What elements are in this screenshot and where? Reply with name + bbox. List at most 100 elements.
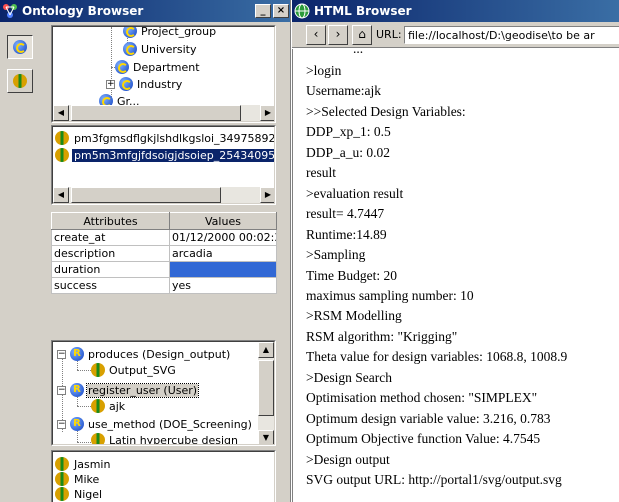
class-icon [119, 77, 133, 91]
scroll-right-button[interactable]: ▶ [260, 187, 274, 203]
relation-icon: R [70, 347, 84, 361]
tree-node-label: Department [133, 60, 200, 74]
content-line: >Design Search [306, 369, 392, 385]
relations-vscrollbar[interactable]: ▲ ▼ [258, 342, 274, 444]
scroll-track[interactable] [69, 105, 260, 121]
forward-button[interactable]: › [328, 25, 348, 45]
instance-icon [55, 472, 69, 486]
back-button[interactable]: ‹ [306, 25, 326, 45]
user-label: Nigel [74, 487, 103, 501]
class-tree-hscrollbar[interactable]: ◀ ▶ [53, 105, 274, 121]
tree-node-label: Project_group [141, 26, 217, 38]
content-fragment: ... [353, 49, 363, 57]
relation-child-ajk[interactable]: ajk [91, 398, 126, 414]
collapse-icon[interactable]: − [57, 419, 66, 429]
attribute-value[interactable]: arcadia [169, 245, 277, 262]
ontology-browser-window: Ontology Browser _ × Project_group Unive… [0, 0, 291, 502]
relation-child-output-svg[interactable]: Output_SVG [91, 362, 177, 378]
list-item[interactable]: Nigel [55, 486, 104, 502]
table-row[interactable]: create_at 01/12/2000 00:02:30 [51, 229, 277, 246]
relation-node-register-user[interactable]: − R register_user (User) [57, 382, 200, 398]
list-item[interactable]: pm3fgmsdflgkjlshdlkgsloi_3497589235709 [55, 130, 274, 146]
show-classes-button[interactable] [7, 35, 33, 59]
content-line: maximus sampling number: 10 [306, 287, 474, 303]
expand-icon[interactable]: + [106, 79, 115, 89]
table-row[interactable]: description arcadia [51, 245, 277, 262]
relation-child-latin-hypercube[interactable]: Latin hypercube design [91, 432, 239, 444]
attribute-value[interactable]: yes [169, 277, 277, 294]
tree-node-department[interactable]: Department [115, 59, 201, 75]
close-button[interactable]: × [273, 4, 289, 18]
content-line: Runtime:14.89 [306, 226, 387, 242]
ontology-browser-titlebar[interactable]: Ontology Browser _ × [0, 0, 290, 22]
instance-icon [55, 457, 69, 471]
instance-icon [55, 148, 69, 162]
html-browser-window: HTML Browser ‹ › ⌂ URL: ... >login Userna… [292, 0, 619, 502]
instances-hscrollbar[interactable]: ◀ ▶ [53, 187, 274, 203]
users-list: Jasmin Mike Nigel [52, 451, 275, 502]
content-line: Optimisation method chosen: "SIMPLEX" [306, 390, 538, 406]
scroll-left-button[interactable]: ◀ [53, 187, 69, 203]
table-row-selected[interactable]: duration [51, 261, 277, 278]
instances-list-panel[interactable]: pm3fgmsdflgkjlshdlkgsloi_3497589235709 p… [51, 125, 276, 205]
class-icon [123, 27, 137, 38]
instance-icon [55, 131, 69, 145]
scroll-thumb[interactable] [71, 187, 221, 203]
scroll-track[interactable] [69, 187, 260, 203]
collapse-icon[interactable]: − [57, 349, 66, 359]
attribute-value[interactable]: 01/12/2000 00:02:30 [169, 229, 277, 246]
scroll-left-button[interactable]: ◀ [53, 105, 69, 121]
list-item[interactable]: Mike [55, 471, 101, 487]
browser-toolbar: ‹ › ⌂ URL: [292, 22, 619, 48]
home-button[interactable]: ⌂ [352, 25, 372, 45]
attribute-value[interactable] [169, 261, 277, 278]
scroll-thumb[interactable] [71, 105, 241, 121]
content-line: Theta value for design variables: 1068.8… [306, 349, 568, 365]
html-browser-titlebar[interactable]: HTML Browser [292, 0, 619, 22]
content-line: SVG output URL: http://portal1/svg/outpu… [306, 472, 562, 487]
ontology-app-icon [2, 3, 18, 19]
attribute-name: description [51, 245, 170, 262]
class-icon [115, 60, 129, 74]
list-item-selected[interactable]: pm5m3mfgjfdsoigjdsoiep_254340958029 [55, 147, 274, 163]
users-list-panel[interactable]: Jasmin Mike Nigel [51, 450, 276, 502]
minimize-button[interactable]: _ [255, 4, 271, 18]
values-column-header[interactable]: Values [169, 212, 277, 230]
scroll-thumb[interactable] [258, 360, 274, 416]
tree-node-project-group[interactable]: Project_group [123, 26, 217, 39]
relation-label: use_method (DOE_Screening) [88, 417, 252, 431]
table-row[interactable]: success yes [51, 277, 277, 294]
relation-label: produces (Design_output) [88, 347, 231, 361]
class-tree-panel[interactable]: Project_group University Department + In… [51, 25, 276, 123]
content-line: RSM algorithm: "Krigging" [306, 328, 458, 344]
attribute-name: success [51, 277, 170, 294]
url-input[interactable] [404, 26, 619, 44]
relation-node-use-method[interactable]: − R use_method (DOE_Screening) [57, 416, 253, 432]
instance-label: pm5m3mfgjfdsoigjdsoiep_254340958029 [72, 148, 274, 162]
content-line: >login [306, 63, 342, 78]
relation-icon: R [70, 417, 84, 431]
relations-tree-view: − R produces (Design_output) Output_SVG … [52, 341, 275, 445]
class-tree-view: Project_group University Department + In… [52, 26, 275, 122]
user-label: Jasmin [74, 457, 111, 471]
relation-icon: R [70, 383, 84, 397]
tree-node-industry[interactable]: + Industry [106, 76, 183, 92]
content-line: >>Selected Design Variables: [306, 103, 466, 119]
scroll-track[interactable] [258, 358, 274, 430]
relations-tree-panel[interactable]: − R produces (Design_output) Output_SVG … [51, 340, 276, 446]
instances-list: pm3fgmsdflgkjlshdlkgsloi_3497589235709 p… [52, 126, 275, 204]
content-line: result [306, 165, 336, 181]
scroll-down-button[interactable]: ▼ [258, 430, 274, 444]
list-item[interactable]: Jasmin [55, 456, 112, 472]
relation-node-produces[interactable]: − R produces (Design_output) [57, 346, 231, 362]
scroll-up-button[interactable]: ▲ [258, 342, 274, 358]
scroll-right-button[interactable]: ▶ [260, 105, 274, 121]
relation-label: register_user (User) [85, 382, 200, 398]
show-instances-button[interactable] [7, 69, 33, 93]
ontology-browser-title: Ontology Browser [22, 4, 144, 18]
collapse-icon[interactable]: − [57, 385, 66, 395]
tree-node-university[interactable]: University [123, 41, 198, 57]
url-label: URL: [376, 28, 402, 41]
attributes-column-header[interactable]: Attributes [51, 212, 170, 230]
tree-node-label: Industry [137, 77, 183, 91]
